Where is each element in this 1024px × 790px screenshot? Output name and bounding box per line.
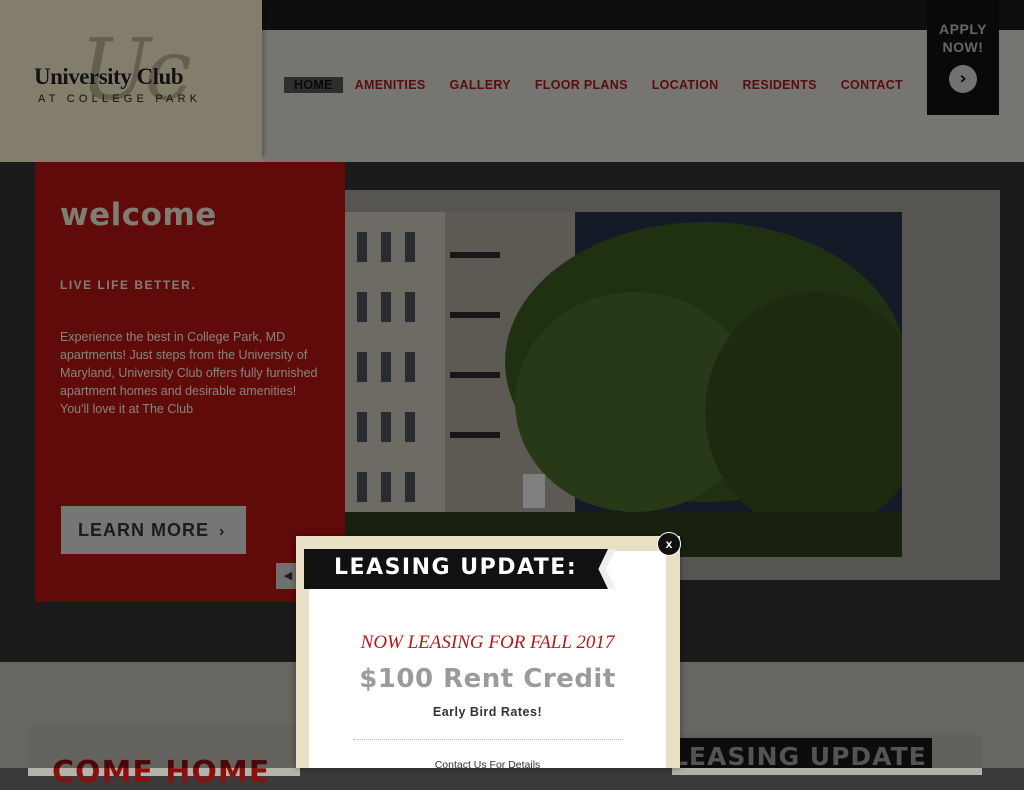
popup-divider	[353, 739, 623, 740]
popup-contact-link[interactable]: Contact Us For Details	[309, 759, 666, 771]
popup-close-button[interactable]: x	[657, 532, 681, 556]
popup-early-bird: Early Bird Rates!	[432, 705, 543, 719]
popup-leasing-line: NOW LEASING FOR FALL 2017	[360, 632, 615, 653]
popup-title: LEASING UPDATE:	[334, 555, 578, 580]
popup-rent-credit: $100 Rent Credit	[359, 664, 616, 694]
